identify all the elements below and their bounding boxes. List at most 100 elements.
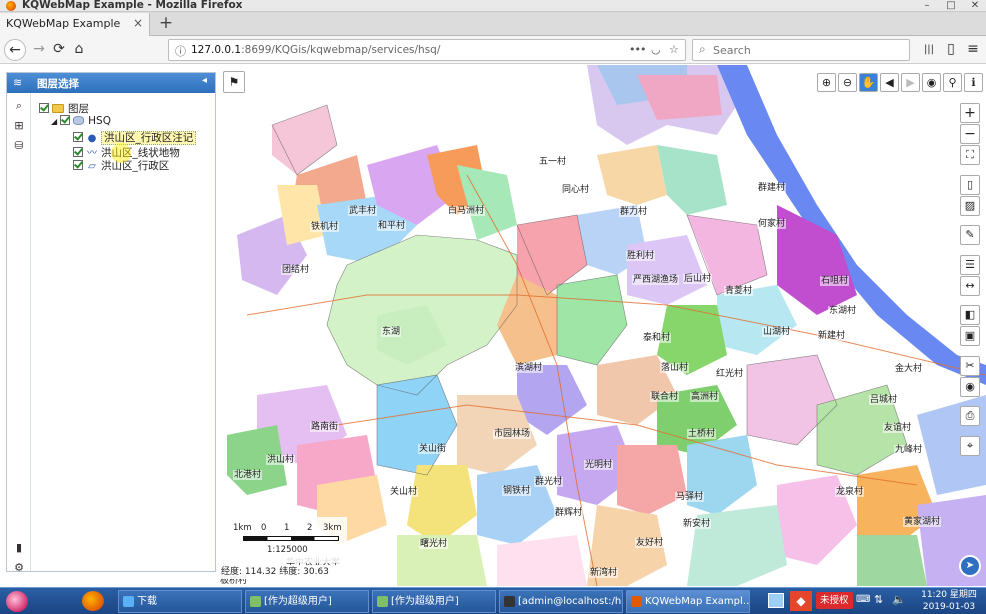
search-input[interactable] xyxy=(713,42,903,58)
remote-icon[interactable]: ◆ xyxy=(790,591,812,611)
taskbar-task[interactable]: [作为超级用户] xyxy=(372,590,496,613)
tab-kqwebmap[interactable]: KQWebMap Example × xyxy=(0,13,150,36)
map-label: 泰和村 xyxy=(642,333,672,343)
collapse-panel-button[interactable]: ◂ xyxy=(202,75,207,86)
map-label: 友好村 xyxy=(635,538,665,548)
flag-icon[interactable]: ⚑ xyxy=(223,71,245,93)
expand-arrow-icon[interactable]: ◢ xyxy=(51,117,57,126)
checkbox[interactable] xyxy=(73,160,83,170)
taskbar-task[interactable]: [admin@localhost:/h… xyxy=(499,590,623,613)
firefox-launcher-icon[interactable] xyxy=(82,591,104,611)
url-bar[interactable]: ⓘ 127.0.0.1:8699/KQGis/kqwebmap/services… xyxy=(168,39,686,61)
full-extent-globe-icon[interactable]: ◉ xyxy=(922,73,941,92)
unlicensed-badge[interactable]: 未授权 xyxy=(816,592,853,609)
tab-close-icon[interactable]: × xyxy=(133,16,143,30)
taskbar-task[interactable]: [作为超级用户] xyxy=(245,590,369,613)
marker-tool-icon[interactable]: ✎ xyxy=(960,225,980,245)
info-icon[interactable]: ℹ xyxy=(964,73,983,92)
sidebar-button[interactable]: ▯ xyxy=(940,39,962,61)
scissors-icon[interactable]: ✂ xyxy=(960,356,980,376)
keyboard-icon[interactable]: ⌨ xyxy=(856,594,870,605)
search-layer-icon[interactable]: ⌕ xyxy=(12,99,26,113)
dataset-icon xyxy=(73,116,85,125)
map-label: 土桥村 xyxy=(687,429,717,439)
reload-button[interactable]: ⟳ xyxy=(48,39,70,61)
swipe-icon[interactable]: ↔ xyxy=(960,276,980,296)
minimize-button[interactable]: – xyxy=(918,0,936,12)
area-measure-icon[interactable]: ▨ xyxy=(960,196,980,216)
close-window-button[interactable]: ✕ xyxy=(966,0,984,12)
download-icon xyxy=(123,596,134,607)
cursor-highlight xyxy=(111,143,131,163)
checkbox[interactable] xyxy=(39,103,49,113)
back-button[interactable]: ← xyxy=(4,39,26,61)
bookmark-star-icon[interactable]: ☆ xyxy=(669,43,679,56)
maximize-button[interactable]: □ xyxy=(942,0,960,12)
settings-gear-icon[interactable]: ⚙ xyxy=(12,561,26,575)
locate-crosshair-icon[interactable]: ⌖ xyxy=(960,436,980,456)
url-text: 127.0.0.1:8699/KQGis/kqwebmap/services/h… xyxy=(191,44,441,56)
firefox-icon xyxy=(631,596,642,607)
desktop-icon[interactable] xyxy=(768,593,784,608)
overview-icon[interactable]: ▣ xyxy=(960,326,980,346)
folder-icon xyxy=(52,104,64,113)
search-box[interactable]: ⌕ xyxy=(692,39,910,61)
tree-node-layer[interactable]: ● 洪山区_行政区注记 xyxy=(73,130,197,145)
map-view[interactable]: 五一村 同心村 群建村 何家村 群力村 白马洲村 武丰村 铁机村 和平村 团结村… xyxy=(217,65,986,586)
zoom-out-tool-icon[interactable]: ⊖ xyxy=(838,73,857,92)
taskbar-task[interactable]: 下载 xyxy=(118,590,242,613)
map-label: 群建村 xyxy=(757,183,787,193)
coordinate-readout: 经度: 114.32 纬度: 30.63 xyxy=(217,565,347,579)
tree-node-group[interactable]: ◢ HSQ xyxy=(51,115,111,129)
menu-button[interactable]: ≡ xyxy=(962,39,984,61)
clock-time: 11:20 星期四 xyxy=(921,590,977,600)
legend-icon[interactable]: ☰ xyxy=(960,255,980,275)
bookmark-icon[interactable]: ▮ xyxy=(12,541,26,555)
site-info-icon[interactable]: ⓘ xyxy=(175,43,186,59)
forward-button[interactable]: → xyxy=(28,39,50,61)
previous-extent-icon[interactable]: ◀ xyxy=(880,73,899,92)
search-icon: ⌕ xyxy=(699,42,706,56)
map-canvas[interactable] xyxy=(217,65,986,586)
home-button[interactable]: ⌂ xyxy=(68,39,90,61)
checkbox[interactable] xyxy=(73,147,83,157)
map-label: 路南街 xyxy=(310,422,340,432)
eye-icon[interactable]: ◉ xyxy=(960,377,980,397)
clock-date: 2019-01-03 xyxy=(922,602,976,612)
layer-compare-icon[interactable]: ◧ xyxy=(960,305,980,325)
taskbar: 下载 [作为超级用户] [作为超级用户] [admin@localhost:/h… xyxy=(0,587,986,614)
map-label: 严西湖渔场 xyxy=(632,275,680,285)
new-tab-button[interactable]: + xyxy=(156,14,176,34)
zoom-in-tool-icon[interactable]: ⊕ xyxy=(817,73,836,92)
taskbar-task[interactable]: KQWebMap Exampl… xyxy=(626,590,750,613)
fullscreen-icon[interactable]: ⛶ xyxy=(960,145,980,165)
checkbox[interactable] xyxy=(73,132,83,142)
page-actions-icon[interactable]: ••• xyxy=(629,43,646,56)
pan-hand-icon[interactable]: ✋ xyxy=(859,73,878,92)
map-label: 北港村 xyxy=(233,470,263,480)
volume-icon[interactable]: 🔈 xyxy=(892,593,906,606)
print-icon[interactable]: ⎙ xyxy=(960,406,980,426)
map-label: 铁机村 xyxy=(310,222,340,232)
zoom-out-button[interactable]: − xyxy=(960,124,980,144)
checkbox[interactable] xyxy=(60,115,71,125)
map-label: 和平村 xyxy=(377,221,407,231)
map-label: 红光村 xyxy=(715,369,745,379)
scale-ratio: 1:125000 xyxy=(267,545,308,555)
map-label: 联合村 xyxy=(650,392,680,402)
zoom-in-button[interactable]: + xyxy=(960,103,980,123)
database-icon[interactable]: ⛁ xyxy=(12,139,26,153)
network-icon[interactable]: ⇅ xyxy=(874,593,883,606)
measure-ruler-icon[interactable]: ▯ xyxy=(960,175,980,195)
start-menu-button[interactable] xyxy=(2,589,34,614)
pin-icon[interactable]: ⚲ xyxy=(943,73,962,92)
library-button[interactable]: ||| xyxy=(918,39,940,61)
pocket-icon[interactable]: ◡ xyxy=(651,43,661,56)
query-icon[interactable]: ⊞ xyxy=(12,119,26,133)
navigation-compass-icon[interactable]: ➤ xyxy=(959,555,981,577)
next-extent-icon[interactable]: ▶ xyxy=(901,73,920,92)
tree-node-root[interactable]: 图层 xyxy=(39,101,89,115)
map-label: 金大村 xyxy=(894,364,924,374)
clock[interactable]: 11:20 星期四 2019-01-03 xyxy=(914,589,984,613)
start-logo-icon xyxy=(6,591,28,612)
